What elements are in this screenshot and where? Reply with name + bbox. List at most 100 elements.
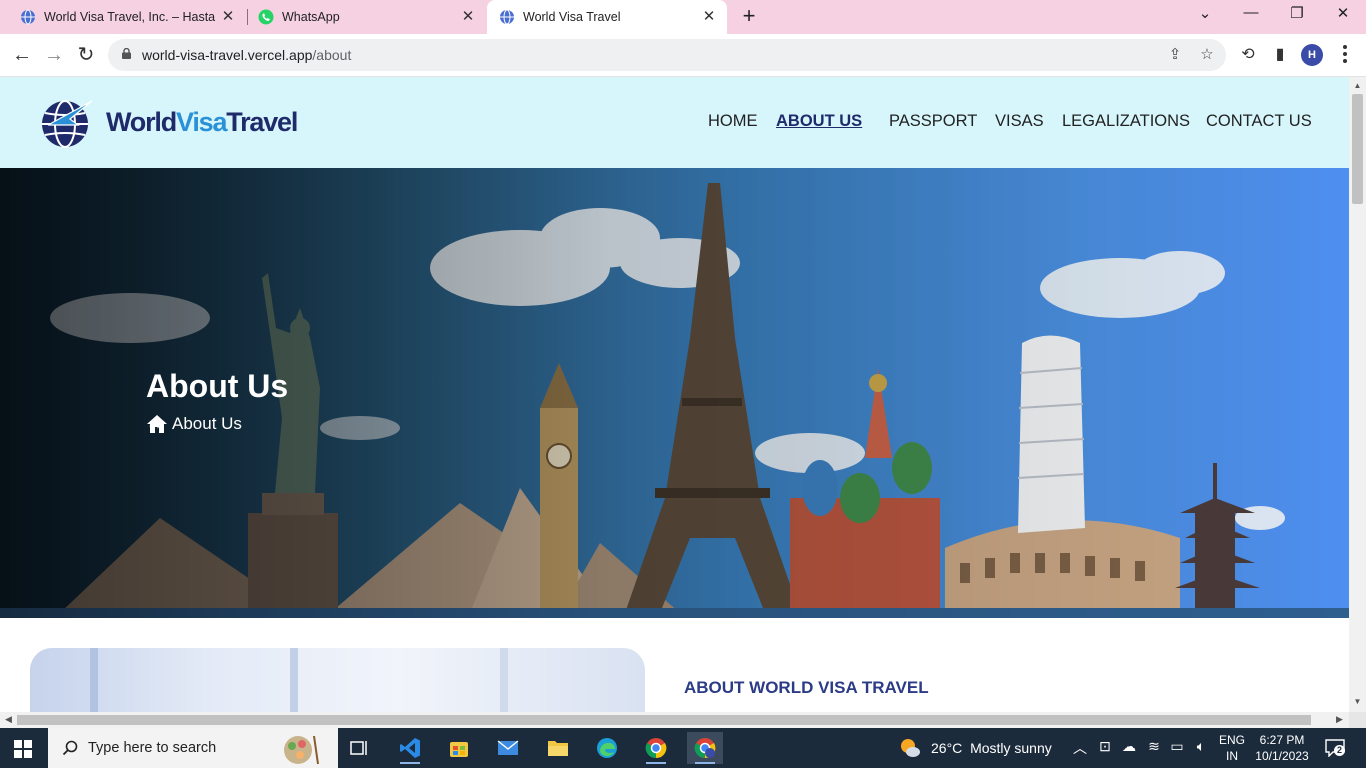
app-running-indicator [695,762,715,764]
logo-word-3: Travel [226,106,298,137]
notification-count: 2 [1334,745,1345,756]
nav-visas[interactable]: VISAS [995,112,1044,131]
search-highlight-icon [284,735,319,765]
side-panel-icon[interactable]: ▮ [1269,44,1291,66]
about-heading: ABOUT WORLD VISA TRAVEL [684,678,929,697]
minimize-icon[interactable]: — [1239,4,1263,21]
browser-tab[interactable]: WhatsApp ✕ [238,0,486,34]
app-running-indicator [400,762,420,764]
scroll-left-icon[interactable]: ◀ [5,714,12,725]
logo-word-2: Visa [176,106,227,137]
close-icon[interactable]: ✕ [701,9,717,25]
scroll-down-icon[interactable]: ▼ [1353,697,1362,706]
close-icon[interactable]: ✕ [220,9,236,25]
about-image [30,648,645,712]
volume-icon[interactable]: 🔈︎ [1191,738,1211,755]
chrome-icon[interactable] [638,732,674,764]
tab-search-icon[interactable]: ⌄ [1193,4,1217,22]
share-icon[interactable]: ⇪ [1166,46,1184,64]
task-view-icon[interactable] [342,732,378,764]
tab-title: World Visa Travel, Inc. – Hasta 'la [44,10,219,24]
back-icon[interactable]: ← [10,43,34,67]
breadcrumb: → About Us [146,413,242,434]
language-code: ENG [1219,733,1246,747]
nav-home[interactable]: HOME [708,112,758,131]
window-close-icon[interactable]: ✕ [1331,4,1355,22]
url-text[interactable]: world-visa-travel.vercel.app/about [142,47,351,63]
edge-icon[interactable] [589,732,625,764]
vertical-scrollbar[interactable]: ▲ ▼ [1349,77,1366,712]
globe-plane-logo-icon [42,100,93,148]
forward-icon[interactable]: → [42,43,66,67]
horizontal-scrollbar[interactable]: ◀ ▶ [0,712,1349,728]
file-explorer-icon[interactable] [540,732,576,764]
nav-passport[interactable]: PASSPORT [889,112,977,131]
image-detail [500,648,508,712]
scroll-up-icon[interactable]: ▲ [1353,81,1362,90]
app-running-indicator [646,762,666,764]
scrollbar-thumb[interactable] [1352,94,1363,204]
tab-strip: World Visa Travel, Inc. – Hasta 'la ✕ Wh… [0,0,1366,34]
search-placeholder: Type here to search [88,740,217,756]
onedrive-cloud-icon[interactable]: ☁ [1119,738,1139,755]
image-detail [290,648,298,712]
lock-icon[interactable] [122,48,131,59]
mail-icon[interactable] [490,732,526,764]
scrollbar-corner [1349,712,1366,728]
weather-condition: Mostly sunny [970,740,1052,756]
clock-date: 10/1/2023 [1255,749,1309,763]
battery-icon[interactable]: ▭ [1167,738,1187,755]
notifications-icon[interactable]: 2 [1325,739,1345,758]
meet-now-icon[interactable]: ⊡ [1095,738,1115,755]
image-detail [90,648,98,712]
site-header: WorldVisaTravel HOME ABOUT US PASSPORT V… [0,77,1349,168]
whatsapp-icon [258,9,274,25]
taskbar: Type here to search 26°C Mostly sunny ︿ … [0,728,1366,768]
logo-wordmark: WorldVisaTravel [106,106,298,138]
browser-toolbar: ← → ↻ world-visa-travel.vercel.app/about… [0,34,1366,77]
partly-sunny-icon [901,739,920,757]
nav-about-us[interactable]: ABOUT US [776,112,862,131]
nav-legalizations[interactable]: LEGALIZATIONS [1062,112,1190,131]
reload-icon[interactable]: ↻ [74,43,98,67]
browser-tab[interactable]: World Visa Travel, Inc. – Hasta 'la ✕ [0,0,246,34]
weather-widget[interactable]: 26°C Mostly sunny [899,737,1052,759]
scroll-right-icon[interactable]: ▶ [1336,714,1343,725]
search-icon [62,740,78,756]
globe-icon [500,9,514,25]
tab-title: WhatsApp [282,10,340,24]
url-path: /about [312,47,352,63]
url-host: world-visa-travel.vercel.app [142,47,313,63]
taskbar-search[interactable]: Type here to search [48,728,338,768]
close-icon[interactable]: ✕ [460,9,476,25]
show-hidden-icons-icon[interactable]: ︿ [1070,738,1090,758]
clock-time: 6:27 PM [1259,733,1305,747]
system-clock[interactable]: 6:27 PM 10/1/2023 [1255,732,1309,764]
home-icon[interactable] [146,413,168,435]
vscode-icon[interactable] [392,732,428,764]
nav-contact-us[interactable]: CONTACT US [1206,112,1312,131]
site-logo[interactable]: WorldVisaTravel [40,95,298,149]
new-tab-button[interactable]: + [738,5,760,28]
address-bar[interactable]: world-visa-travel.vercel.app/about ⇪ ☆ [108,39,1226,71]
scrollbar-thumb[interactable] [17,715,1311,725]
language-region: IN [1226,749,1238,763]
page-title: About Us [146,368,289,404]
hero-banner: About Us → About Us [0,168,1349,618]
weather-temp: 26°C [931,740,963,756]
windows-start-icon[interactable] [14,740,32,758]
browser-tab-active[interactable]: World Visa Travel ✕ [487,0,727,34]
bookmark-star-icon[interactable]: ☆ [1198,46,1216,64]
restore-icon[interactable]: ❐ [1285,4,1309,22]
page-viewport: WorldVisaTravel HOME ABOUT US PASSPORT V… [0,77,1349,712]
extensions-icon[interactable]: ⟲ [1237,44,1259,66]
browser-menu-icon[interactable] [1340,42,1350,68]
chrome-profile-icon[interactable] [687,732,723,764]
wifi-icon[interactable]: ≋ [1144,738,1164,755]
logo-word-1: World [106,106,177,137]
globe-icon [21,9,35,25]
profile-avatar[interactable]: H [1301,44,1323,66]
breadcrumb-current: About Us [172,413,242,433]
microsoft-store-icon[interactable] [441,732,477,764]
input-language[interactable]: ENG IN [1219,732,1245,764]
